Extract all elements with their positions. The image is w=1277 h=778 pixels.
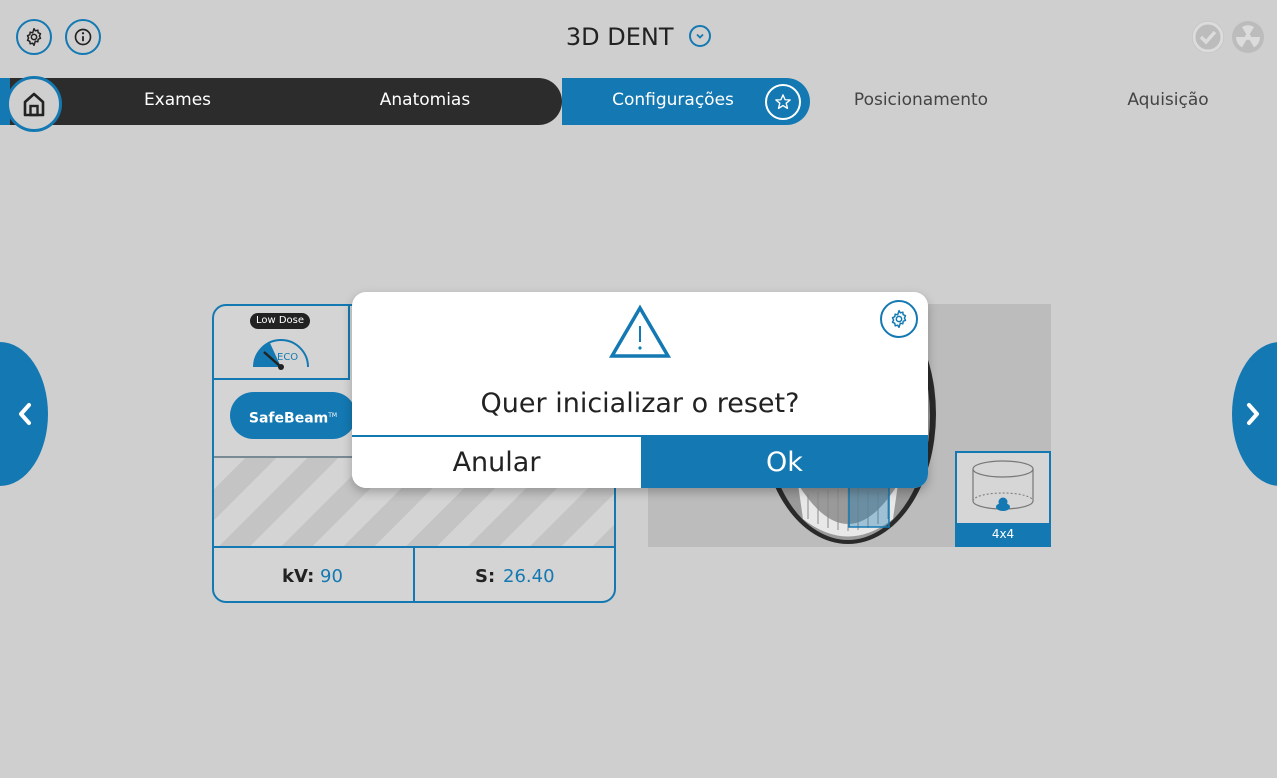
tab-anatomias[interactable]: Anatomias [345, 90, 505, 110]
tab-aquisicao[interactable]: Aquisição [1100, 90, 1236, 110]
chevron-down-icon [689, 25, 712, 47]
safebeam-label: SafeBeam [248, 410, 329, 427]
chevron-right-icon [1247, 403, 1259, 425]
eco-gauge-icon: ECO [253, 339, 309, 370]
radiation-status-icon [1232, 21, 1264, 53]
reset-confirm-dialog: Quer inicializar o reset? Anular Ok [352, 292, 928, 488]
trademark-mark: TM [328, 412, 338, 419]
chevron-left-icon [19, 403, 31, 425]
warning-icon [608, 304, 672, 358]
fov-size-label: 4x4 [957, 523, 1049, 545]
star-icon [775, 94, 791, 110]
favorite-button[interactable] [765, 84, 801, 120]
app-title: 3D DENT [565, 23, 674, 51]
low-dose-toggle[interactable]: Low Dose ECO [214, 306, 350, 380]
tab-configuracoes[interactable]: Configurações [590, 90, 756, 110]
cancel-button[interactable]: Anular [352, 437, 641, 488]
dialog-message: Quer inicializar o reset? [480, 388, 800, 419]
s-value[interactable]: 26.40 [503, 566, 555, 587]
dialog-settings-button[interactable] [880, 300, 918, 338]
s-label: S: [475, 566, 496, 587]
kv-label: kV: [282, 566, 315, 587]
cylinder-icon [972, 460, 1034, 511]
tab-posicionamento[interactable]: Posicionamento [835, 90, 1007, 110]
gear-icon [891, 309, 907, 329]
app-title-selector[interactable]: 3D DENT [0, 22, 1277, 51]
exposure-values-row: kV: 90 S: 26.40 [214, 546, 614, 601]
low-dose-badge: Low Dose [250, 313, 310, 329]
previous-button[interactable] [0, 342, 48, 486]
fov-selector[interactable]: 4x4 [955, 451, 1051, 547]
kv-value[interactable]: 90 [320, 566, 343, 587]
ok-button[interactable]: Ok [641, 437, 928, 488]
check-status-icon [1192, 21, 1224, 53]
tab-exames[interactable]: Exames [100, 90, 255, 110]
next-button[interactable] [1232, 342, 1277, 486]
home-button[interactable] [6, 76, 62, 132]
home-icon [23, 92, 45, 117]
fov-region[interactable] [848, 486, 890, 528]
eco-label: ECO [277, 352, 298, 363]
divider [413, 548, 415, 601]
safebeam-button[interactable]: SafeBeamTM [230, 392, 356, 439]
